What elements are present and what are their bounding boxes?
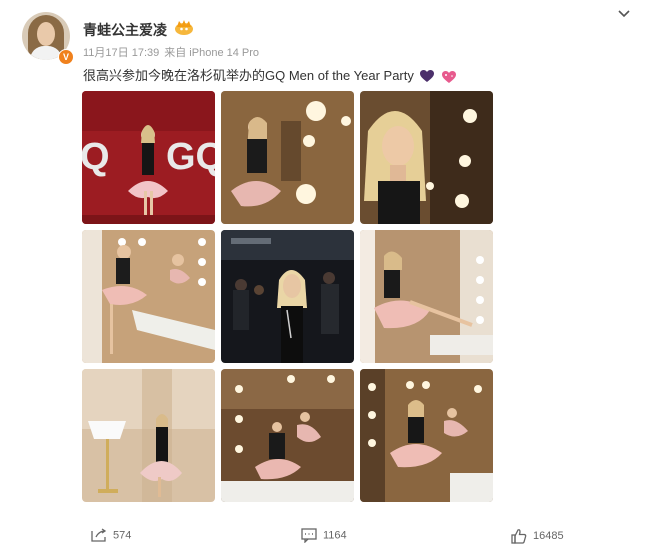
photo-mirror-lights-seated[interactable] (221, 91, 354, 224)
photo-room-lamp-standing[interactable] (82, 369, 215, 502)
like-count: 16485 (533, 530, 564, 542)
chevron-down-icon[interactable] (616, 6, 632, 22)
svg-text:Q: Q (82, 136, 110, 178)
post-text-content: 很高兴参加今晚在洛杉矶举办的GQ Men of the Year Party (83, 68, 414, 83)
purple-heart-icon (420, 70, 435, 83)
member-crown-icon (175, 20, 193, 35)
photo-party-crowd[interactable] (221, 230, 354, 363)
photo-vanity-legs-up[interactable] (360, 230, 493, 363)
like-button[interactable]: 16485 (511, 528, 564, 544)
post-source: 来自 iPhone 14 Pro (164, 47, 260, 59)
photo-mirror-closeup[interactable] (360, 91, 493, 224)
post-date[interactable]: 11月17日 17:39 (83, 47, 159, 59)
comment-icon (301, 528, 317, 544)
comment-count: 1164 (323, 529, 347, 542)
post-text: 很高兴参加今晚在洛杉矶举办的GQ Men of the Year Party (83, 65, 457, 84)
username-link[interactable]: 青蛙公主爱凌 (83, 20, 167, 40)
repost-button[interactable]: 574 (90, 528, 131, 543)
avatar-face (37, 22, 55, 46)
repost-icon (91, 528, 107, 542)
svg-text:GQ: GQ (166, 136, 215, 178)
sparkling-heart-icon (442, 70, 457, 83)
photo-vanity-seated[interactable] (82, 230, 215, 363)
thumbs-up-icon (511, 529, 527, 544)
repost-count: 574 (113, 529, 132, 542)
photo-gq-red-backdrop[interactable]: Q GQ (82, 91, 215, 224)
post-meta: 11月17日 17:39 来自 iPhone 14 Pro (83, 44, 264, 60)
photo-grid: Q GQ (82, 91, 493, 502)
photo-vanity-reflection[interactable] (360, 369, 493, 502)
verified-badge-icon: V (58, 49, 74, 65)
photo-mirror-two-reflections[interactable] (221, 369, 354, 502)
comment-button[interactable]: 1164 (301, 528, 347, 544)
post-actions-bar: 574 1164 16485 (0, 522, 650, 552)
